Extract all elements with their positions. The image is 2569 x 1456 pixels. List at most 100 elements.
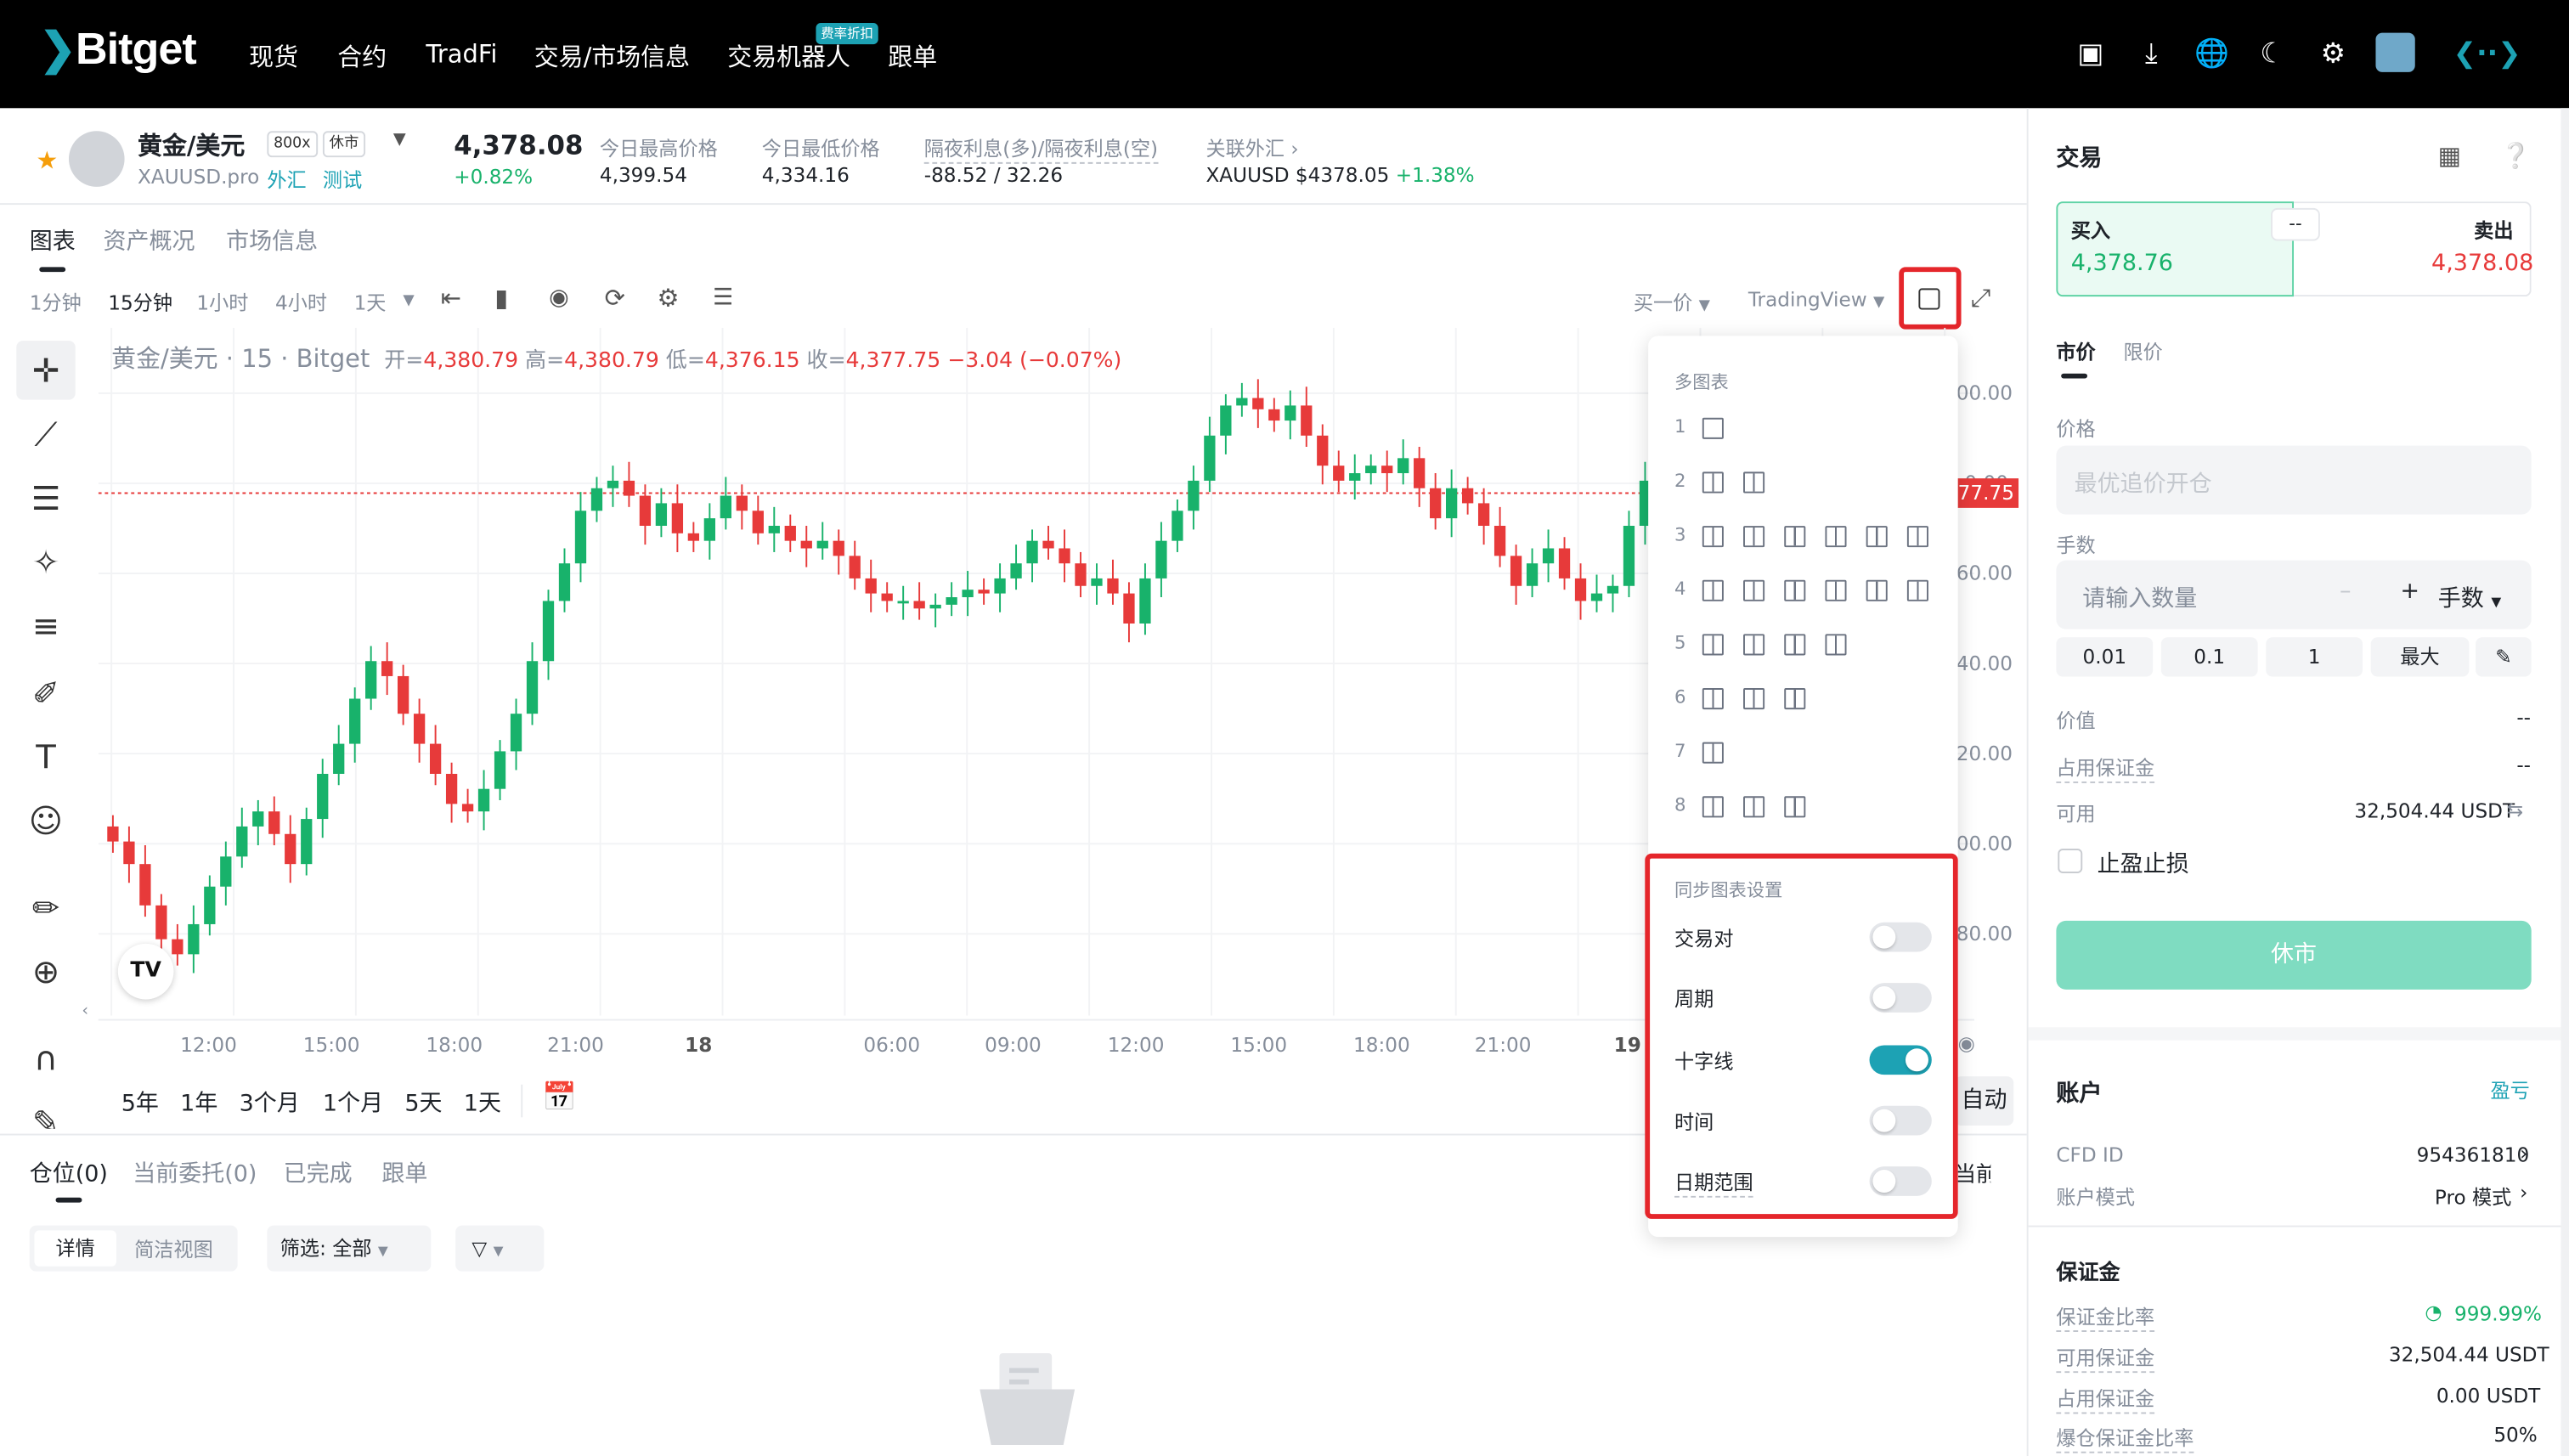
funnel-filter-button[interactable]: ▽ ▼ [455,1225,545,1272]
settings-icon[interactable]: ⚙ [657,284,679,313]
layout-option-icon[interactable] [1743,579,1765,601]
tradingview-logo[interactable]: TV [117,943,174,1000]
range-5y[interactable]: 5年 [121,1086,159,1120]
tab-chart[interactable]: 图表 [30,224,76,257]
moon-icon[interactable]: ☾ [2255,36,2290,71]
tab-market-info[interactable]: 市场信息 [226,224,318,257]
account-mode-value[interactable]: Pro 模式 [2435,1182,2511,1211]
layout-option-icon[interactable] [1702,471,1724,494]
layout-option-icon[interactable] [1743,688,1765,710]
indicators-icon[interactable]: ☰ [713,285,733,312]
price-type-select[interactable]: 买一价 ▼ [1634,288,1710,316]
wallet-icon[interactable]: ▣ [2073,36,2109,71]
view-detail-button[interactable]: 详情 [34,1230,116,1267]
qty-preset-button[interactable]: 1 [2266,637,2363,677]
fullscreen-icon[interactable]: ⤢ [1971,284,1990,313]
layout-option-icon[interactable] [1702,796,1724,818]
submit-button[interactable]: 休市 [2056,920,2532,990]
edit-presets-icon[interactable]: ✎ [2476,637,2532,677]
tab-positions[interactable]: 仓位(0) [30,1157,108,1190]
nav-spot[interactable]: 现货 [249,39,298,74]
crosshair-tool-icon[interactable]: ✛ [16,341,76,400]
auto-scale-button[interactable]: 自动 [1954,1076,2014,1126]
nav-copy-trading[interactable]: 跟单 [888,39,937,74]
calculator-icon[interactable]: ▦ [2438,141,2461,171]
layout-option-icon[interactable] [1866,579,1888,601]
layout-option-icon[interactable] [1825,526,1847,548]
layout-option-icon[interactable] [1784,796,1806,818]
download-icon[interactable]: ⤓ [2133,36,2169,71]
range-1m[interactable]: 1个月 [323,1086,383,1120]
layout-option-icon[interactable] [1866,526,1888,548]
brush-tool-icon[interactable]: ✐ [16,663,75,722]
symbol-name[interactable]: 黄金/美元 [138,127,245,162]
layout-option-icon[interactable] [1702,579,1724,601]
fib-tool-icon[interactable]: ☰ [16,469,75,528]
layout-option-icon[interactable] [1906,579,1928,601]
trendline-tool-icon[interactable]: ⟋ [16,404,75,463]
camera-icon[interactable]: ◉ [549,285,569,312]
magnet-tool-icon[interactable]: ∩ [16,1029,75,1087]
cfd-id-value[interactable]: 954361810 [2417,1143,2530,1166]
collapse-toolbar-icon[interactable]: ‹ [82,1002,88,1020]
tab-copy[interactable]: 跟单 [381,1157,427,1190]
layout-option-icon[interactable] [1743,634,1765,656]
emoji-tool-icon[interactable]: ☺ [16,792,75,850]
tf-1d[interactable]: 1天 [354,288,387,316]
nav-futures[interactable]: 合约 [337,39,387,74]
refresh-icon[interactable]: ⟳ [605,284,625,313]
zoom-tool-icon[interactable]: ⊕ [16,942,75,1001]
test-link[interactable]: 测试 [323,166,362,194]
tab-asset-overview[interactable]: 资产概况 [104,224,195,257]
nav-trade-market[interactable]: 交易/市场信息 [534,39,690,74]
range-1d[interactable]: 1天 [464,1086,501,1120]
layout-option-icon[interactable] [1743,526,1765,548]
avatar[interactable] [2375,32,2415,72]
tf-more-chevron-icon[interactable]: ▼ [403,293,414,309]
axis-settings-icon[interactable]: ◉ [1958,1032,1975,1055]
range-3m[interactable]: 3个月 [240,1086,300,1120]
layout-option-icon[interactable] [1702,688,1724,710]
scrollbar[interactable] [2561,108,2569,1456]
gear-icon[interactable]: ⚙ [2315,36,2351,71]
pattern-tool-icon[interactable]: ✧ [16,533,75,591]
tab-open-orders[interactable]: 当前委托(0) [133,1157,257,1190]
view-simple-button[interactable]: 简洁视图 [134,1235,213,1263]
filter-select[interactable]: 筛选: 全部 ▼ [267,1225,432,1272]
layout-option-icon[interactable] [1702,417,1724,439]
layout-option-icon[interactable] [1784,688,1806,710]
category-link[interactable]: 外汇 [267,166,306,194]
layout-option-icon[interactable] [1784,526,1806,548]
layout-option-icon[interactable] [1743,796,1765,818]
nav-trading-bot[interactable]: 交易机器人 [727,39,850,74]
pnl-link[interactable]: 盈亏 [2490,1076,2529,1104]
order-type-limit[interactable]: 限价 [2123,337,2162,365]
qty-preset-button[interactable]: 0.1 [2160,637,2258,677]
tab-current-partial[interactable]: 当前 [1955,1157,1990,1188]
tf-1m[interactable]: 1分钟 [30,288,82,316]
qty-preset-button[interactable]: 0.01 [2056,637,2154,677]
layout-single-icon[interactable] [1918,288,1940,310]
layout-option-icon[interactable] [1906,526,1928,548]
layout-option-icon[interactable] [1702,526,1724,548]
text-tool-icon[interactable]: T [16,727,75,786]
tpsl-checkbox[interactable] [2058,849,2083,873]
ruler-tool-icon[interactable]: ✏ [16,878,75,937]
symbol-dropdown-chevron-icon[interactable]: ▼ [393,131,406,149]
layout-option-icon[interactable] [1784,579,1806,601]
favorite-star-icon[interactable]: ★ [36,146,58,176]
lock-tool-icon[interactable]: ✎ [16,1092,75,1129]
layout-option-icon[interactable] [1702,742,1724,764]
tf-1h[interactable]: 1小时 [196,288,248,316]
qty-plus-icon[interactable]: + [2400,578,2419,605]
connect-icon[interactable]: ❮··❯ [2451,36,2523,71]
bitget-logo[interactable]: ❯Bitget [39,25,196,76]
layout-option-icon[interactable] [1825,579,1847,601]
layout-option-icon[interactable] [1825,634,1847,656]
candle-type-icon[interactable]: ▮ [494,284,508,313]
range-1y[interactable]: 1年 [180,1086,217,1120]
order-type-market[interactable]: 市价 [2056,337,2095,365]
tab-completed[interactable]: 已完成 [284,1157,353,1190]
qty-unit-select[interactable]: 手数 ▼ [2438,582,2501,615]
help-icon[interactable]: ❔ [2500,141,2531,171]
